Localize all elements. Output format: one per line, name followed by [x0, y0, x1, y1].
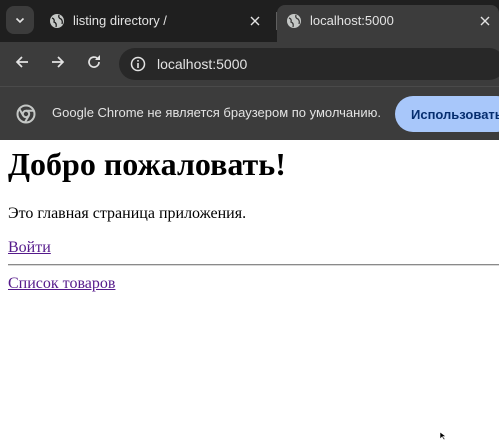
divider	[8, 264, 499, 266]
products-link[interactable]: Список товаров	[8, 275, 115, 293]
browser-toolbar: localhost:5000	[0, 42, 499, 86]
reload-icon	[86, 54, 102, 75]
set-default-button[interactable]: Использовать	[395, 96, 499, 132]
globe-icon	[286, 13, 302, 32]
tab-title: listing directory /	[73, 13, 167, 28]
tab-strip: listing directory / localhost:5000	[0, 0, 499, 42]
tab-localhost[interactable]: localhost:5000	[277, 5, 499, 42]
login-link[interactable]: Войти	[8, 239, 51, 257]
address-bar[interactable]: localhost:5000	[119, 48, 499, 80]
arrow-left-icon	[14, 54, 30, 75]
close-icon[interactable]	[248, 14, 262, 28]
intro-text: Это главная страница приложения.	[8, 205, 247, 222]
chrome-icon	[16, 104, 36, 129]
tab-title: localhost:5000	[310, 13, 394, 28]
back-button[interactable]	[10, 52, 34, 76]
close-icon[interactable]	[478, 14, 492, 28]
globe-icon	[49, 13, 65, 32]
page-content: Добро пожаловать! Это главная страница п…	[0, 140, 499, 433]
info-icon[interactable]	[130, 56, 146, 77]
chevron-down-icon	[14, 14, 26, 26]
page-title: Добро пожаловать!	[8, 146, 286, 182]
arrow-right-icon	[50, 54, 66, 75]
forward-button[interactable]	[46, 52, 70, 76]
tab-search-button[interactable]	[6, 6, 34, 34]
url-text: localhost:5000	[157, 56, 248, 72]
mouse-cursor-icon	[439, 427, 448, 445]
reload-button[interactable]	[82, 52, 106, 76]
infobar-message: Google Chrome не является браузером по у…	[52, 105, 381, 120]
default-browser-infobar: Google Chrome не является браузером по у…	[0, 86, 499, 140]
tab-listing-directory[interactable]: listing directory /	[40, 5, 276, 37]
